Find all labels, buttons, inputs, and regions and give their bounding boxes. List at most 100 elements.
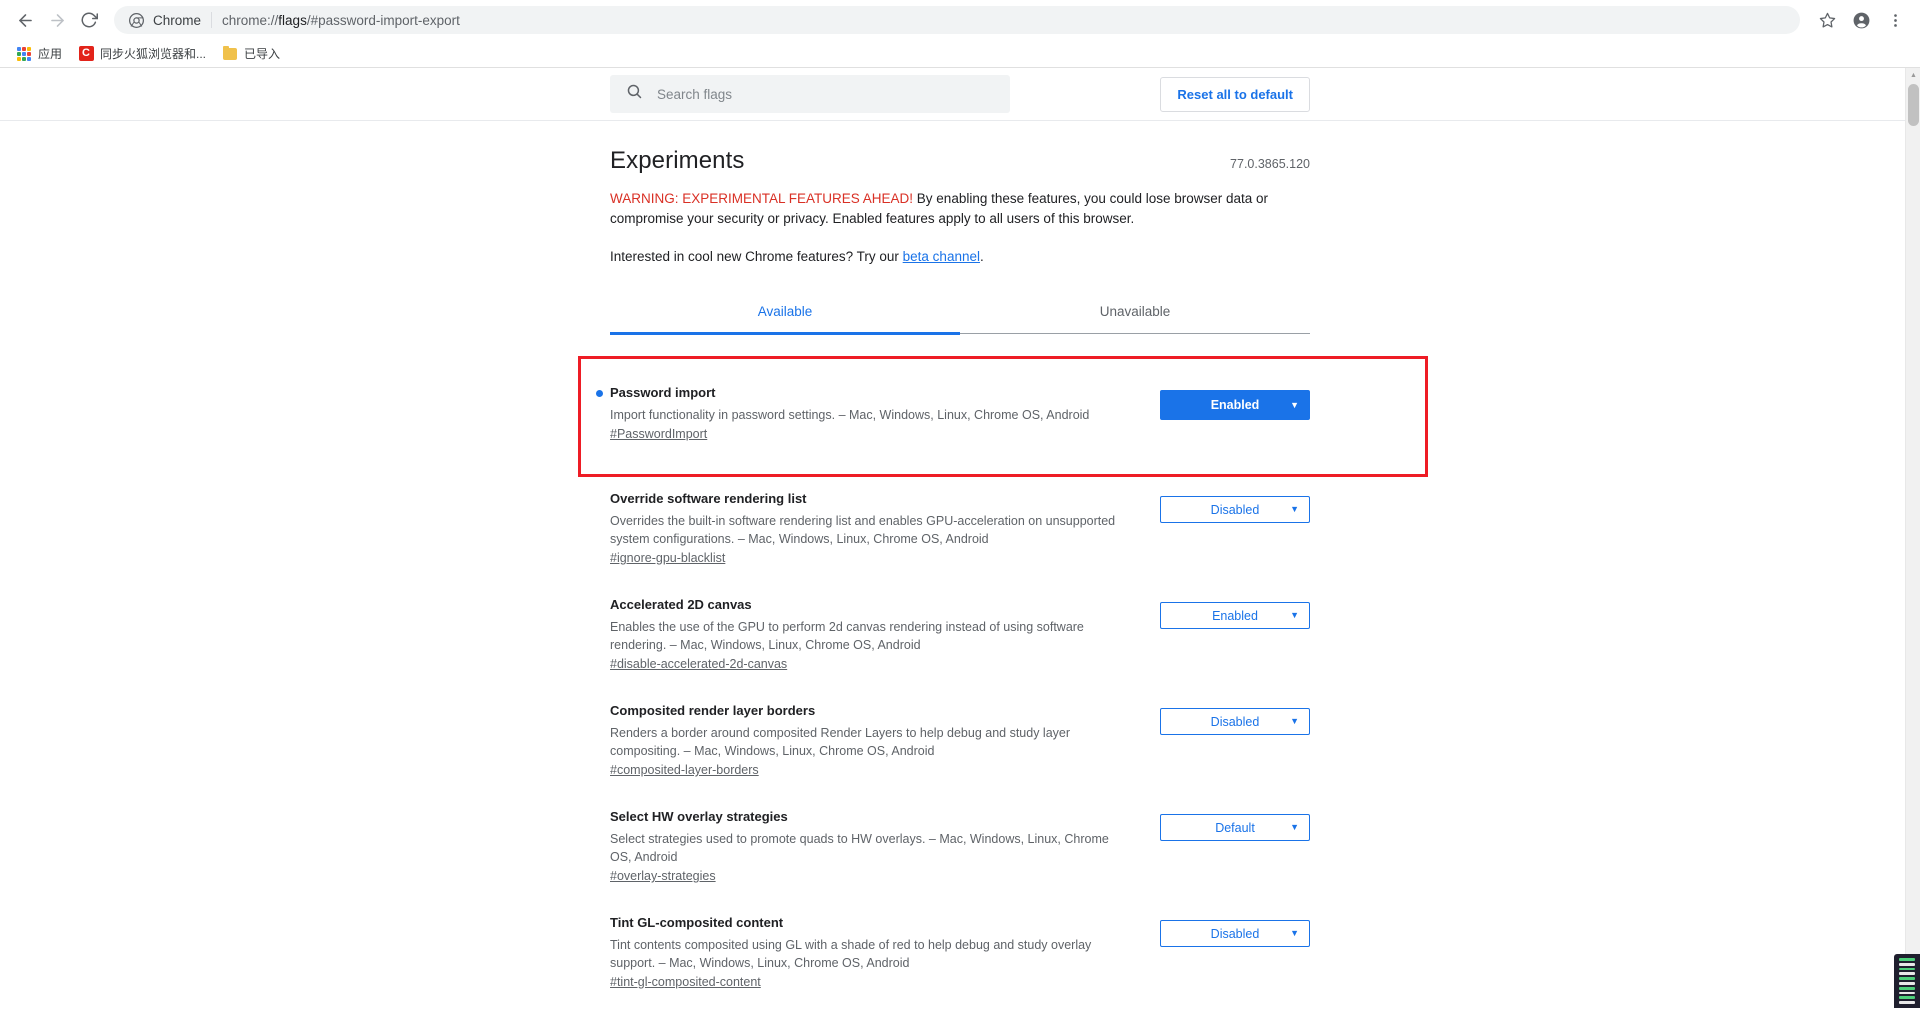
omnibox-url-text: chrome://flags/#password-import-export [222,13,460,28]
flag-description: Overrides the built-in software renderin… [610,514,1116,546]
browser-toolbar: Chrome chrome://flags/#password-import-e… [0,0,1920,40]
flag-info: Override software rendering list Overrid… [610,490,1130,567]
url-prefix: chrome:// [222,12,279,28]
flag-anchor-link[interactable]: #disable-accelerated-2d-canvas [610,657,787,671]
beta-prefix-text: Interested in cool new Chrome features? … [610,249,903,264]
page-title: Experiments [610,147,745,174]
bookmark-label: 已导入 [244,47,281,61]
flags-toolbar: Reset all to default [0,68,1920,121]
forward-button[interactable] [42,5,72,35]
experimental-warning: WARNING: EXPERIMENTAL FEATURES AHEAD! By… [610,189,1292,229]
flag-title-text: Tint GL-composited content [610,915,784,930]
bookmark-item-apps[interactable]: 应用 [10,43,68,65]
page-title-row: Experiments 77.0.3865.120 [610,147,1310,175]
flag-info: Password import Import functionality in … [596,384,1130,443]
flag-description: Import functionality in password setting… [610,408,1090,422]
chevron-down-icon: ▼ [1290,610,1299,620]
flag-state-select[interactable]: Disabled ▼ [1160,708,1310,735]
url-strong: flags [278,12,307,28]
bookmark-item-sync-firefox[interactable]: C 同步火狐浏览器和... [72,43,212,65]
bookmark-folder-imported[interactable]: 已导入 [216,43,286,65]
beta-suffix-text: . [979,249,984,264]
bookmarks-bar: 应用 C 同步火狐浏览器和... 已导入 [0,40,1920,68]
flag-title-text: Password import [610,385,716,400]
chevron-down-icon: ▼ [1290,399,1299,410]
flags-list: Password import Import functionality in … [578,334,1428,1008]
flag-state-select[interactable]: Enabled ▼ [1160,602,1310,629]
flag-title-text: Composited render layer borders [610,703,816,718]
scrollbar-thumb[interactable] [1908,84,1919,126]
tab-label: Unavailable [1099,304,1171,319]
flag-title: Tint GL-composited content [610,914,1130,932]
flag-title-text: Select HW overlay strategies [610,809,788,824]
flag-state-select[interactable]: Disabled ▼ [1160,496,1310,523]
flag-description: Renders a border around composited Rende… [610,726,1071,758]
flag-state-label: Enabled [1210,398,1260,412]
omnibox-separator [211,12,213,28]
flag-anchor-link[interactable]: #ignore-gpu-blacklist [610,551,725,565]
search-icon [626,83,643,105]
chevron-down-icon: ▼ [1290,822,1299,832]
corner-bars-icon [1899,958,1915,1004]
flag-row-select-hw-overlay-strategies: Select HW overlay strategies Select stra… [610,795,1310,901]
bookmark-star-icon[interactable] [1812,5,1842,35]
flag-state-select[interactable]: Disabled ▼ [1160,920,1310,947]
flag-row-override-software-rendering-list: Override software rendering list Overrid… [610,477,1310,583]
apps-grid-icon [16,46,32,62]
flag-state-select[interactable]: Enabled ▼ [1160,390,1310,420]
warning-red-text: WARNING: EXPERIMENTAL FEATURES AHEAD! [610,191,914,206]
page-viewport: Reset all to default Experiments 77.0.38… [0,68,1920,1008]
url-suffix: /#password-import-export [306,12,460,28]
tab-available[interactable]: Available [610,292,960,335]
tab-label: Available [757,304,813,319]
flag-state-label: Enabled [1212,608,1258,623]
chevron-down-icon: ▼ [1290,504,1299,514]
flag-title: Accelerated 2D canvas [610,596,1130,614]
flag-description: Tint contents composited using GL with a… [610,938,1092,970]
chevron-down-icon: ▼ [1290,928,1299,938]
profile-avatar-icon[interactable] [1846,5,1876,35]
corner-overlay-widget [1894,954,1920,1008]
flag-state-select[interactable]: Default ▼ [1160,814,1310,841]
flag-description: Enables the use of the GPU to perform 2d… [610,620,1084,652]
flag-anchor-link[interactable]: #composited-layer-borders [610,763,759,777]
folder-icon [222,45,238,62]
reset-all-to-default-button[interactable]: Reset all to default [1160,76,1310,112]
flag-title: Password import [596,384,1130,402]
tab-unavailable[interactable]: Unavailable [960,292,1310,333]
flag-title: Select HW overlay strategies [610,808,1130,826]
chrome-version-label: 77.0.3865.120 [1230,157,1310,171]
highlighted-flag-region: Password import Import functionality in … [578,356,1428,477]
flag-anchor-link[interactable]: #PasswordImport [610,427,707,441]
flag-state-label: Default [1215,820,1255,835]
page-scrollbar[interactable]: ▲ [1905,68,1920,1008]
modified-dot-icon [596,390,603,397]
reload-button[interactable] [74,5,104,35]
flag-title-text: Override software rendering list [610,491,807,506]
chevron-down-icon: ▼ [1290,716,1299,726]
flag-info: Select HW overlay strategies Select stra… [610,808,1130,885]
flag-anchor-link[interactable]: #tint-gl-composited-content [610,975,761,989]
beta-channel-link[interactable]: beta channel [903,249,980,264]
flag-title-text: Accelerated 2D canvas [610,597,752,612]
flag-row-composited-render-layer-borders: Composited render layer borders Renders … [610,689,1310,795]
flag-row-partial-swap: Partial swap [610,1007,1310,1008]
scrollbar-up-arrow[interactable]: ▲ [1906,68,1920,83]
omnibox-scheme-label: Chrome [153,12,202,28]
search-flags-box[interactable] [610,75,1010,113]
chrome-logo-icon [128,12,144,28]
bookmark-label: 应用 [38,47,63,61]
back-button[interactable] [10,5,40,35]
flag-anchor-link[interactable]: #overlay-strategies [610,869,716,883]
beta-channel-line: Interested in cool new Chrome features? … [610,247,1310,267]
flag-state-label: Disabled [1210,502,1260,517]
chrome-menu-icon[interactable] [1880,5,1910,35]
flags-content: Experiments 77.0.3865.120 WARNING: EXPER… [578,121,1428,1008]
search-input[interactable] [657,86,994,102]
flag-state-label: Disabled [1210,714,1260,729]
c-logo-icon: C [78,46,94,62]
flag-title: Override software rendering list [610,490,1130,508]
flag-title: Composited render layer borders [610,702,1130,720]
flag-info: Composited render layer borders Renders … [610,702,1130,779]
address-bar[interactable]: Chrome chrome://flags/#password-import-e… [114,6,1800,34]
